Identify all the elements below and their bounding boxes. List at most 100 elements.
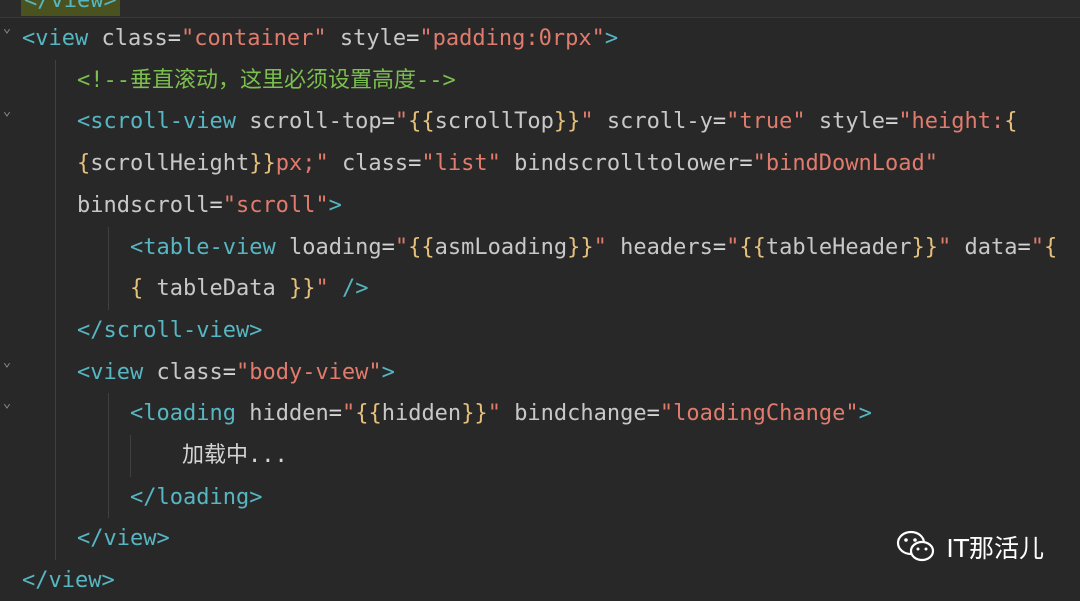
code-token: scrollHeight [90,151,250,177]
code-token: 加载中... [182,443,288,468]
code-token: {{ [408,109,435,135]
code-line[interactable]: <view class="container" style="padding:0… [22,18,618,59]
code-line[interactable]: <scroll-view scroll-top="{{scrollTop}}" … [77,101,1018,142]
code-token: px;" [275,151,329,177]
code-token: " [580,109,594,135]
code-line[interactable]: </view> [77,518,170,559]
code-token: <scroll-view [77,109,236,135]
code-line[interactable]: </loading> [130,477,262,518]
code-token: = [712,109,727,135]
indent-guide [108,226,109,310]
code-token: " [938,234,952,260]
code-token: <loading [130,401,236,427]
code-line[interactable]: <loading hidden="{{hidden}}" bindchange=… [130,393,872,434]
code-token: " [726,234,740,260]
code-line[interactable]: 加载中... [182,435,288,476]
code-token: { [1044,234,1058,260]
code-line[interactable]: </scroll-view> [77,310,262,351]
code-token: = [222,359,236,385]
code-token: "body-view" [235,359,382,385]
code-token: { [130,276,144,302]
code-line[interactable]: bindscroll="scroll"> [77,185,342,226]
code-token: bindscrolltolower [514,151,740,177]
code-editor[interactable]: <view class="container" style="padding:0… [0,18,1080,599]
code-token: > [381,359,395,385]
code-token: class [101,26,168,51]
code-token: }} [249,151,276,177]
code-token: "loadingChange" [659,401,859,427]
indent-guide [130,435,131,477]
code-token: = [712,234,727,260]
code-line[interactable]: </view> [22,560,115,601]
code-token: " [394,234,409,260]
code-token: " [315,276,329,302]
code-token: </scroll-view> [77,317,263,343]
indent-guide [55,59,56,561]
chevron-down-icon[interactable]: ⌄ [0,383,14,424]
code-token: <view [77,359,144,385]
code-token: = [1017,234,1031,260]
chevron-down-icon[interactable]: ⌄ [0,8,14,49]
code-token: </view> [77,526,170,552]
code-token: { [77,151,91,177]
code-token: {{ [739,234,766,260]
code-token: " [487,401,501,427]
code-line[interactable]: <table-view loading="{{asmLoading}}" hea… [130,227,1057,268]
code-token: "padding:0rpx" [419,26,605,51]
code-token: = [739,151,753,177]
code-line[interactable]: { tableData }}" /> [130,268,368,309]
indent-guide [108,393,109,519]
code-token: {{ [408,234,435,260]
code-token: bindscroll [77,192,210,218]
code-line[interactable]: <!--垂直滚动，这里必须设置高度--> [77,60,456,101]
code-token: scroll-top [249,109,382,135]
code-line[interactable]: <view class="body-view"> [77,352,395,393]
code-token: { [1004,109,1018,135]
code-token: }} [461,401,488,427]
code-token: }} [553,109,581,135]
code-token: <!--垂直滚动，这里必须设置高度--> [77,67,456,93]
code-token: "bindDownLoad" [752,151,939,177]
code-token: {{ [355,401,382,427]
code-token: = [381,234,395,260]
code-token: "container" [180,26,327,51]
code-token: }} [288,276,316,302]
chevron-down-icon[interactable]: ⌄ [0,91,14,132]
code-token: "list" [421,151,501,177]
code-token: class [341,151,409,177]
code-token: <table-view [130,234,276,260]
code-token: style [339,26,407,51]
code-token: }} [911,234,939,260]
code-token: data [964,234,1018,260]
code-token: > [328,192,342,218]
code-token: asmLoading [434,234,568,260]
code-token: > [604,26,619,51]
code-token: tableData [156,276,276,302]
code-token: " [1030,234,1045,260]
code-token: class [156,359,223,385]
code-line[interactable]: {scrollHeight}}px;" class="list" bindscr… [77,143,938,184]
code-token: scrollTop [434,109,554,135]
code-token: " [593,234,607,260]
previous-line-fragment: </view> [21,0,120,16]
code-token: = [406,26,420,51]
code-token: bindchange [514,401,647,427]
code-token: style [818,109,886,135]
code-token: "true" [726,109,806,135]
code-token: = [408,151,422,177]
chevron-down-icon[interactable]: ⌄ [0,342,14,383]
code-token: "scroll" [222,192,329,218]
code-token: headers [620,234,713,260]
code-token: scroll-y [606,109,713,135]
